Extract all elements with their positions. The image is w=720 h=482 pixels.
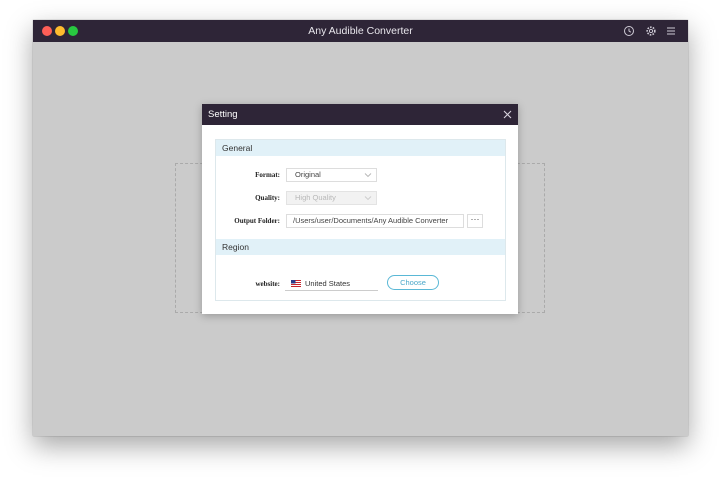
dialog-title: Setting	[208, 109, 238, 120]
gear-icon[interactable]	[644, 24, 658, 38]
title-bar: Any Audible Converter	[33, 20, 688, 42]
close-icon[interactable]	[502, 109, 513, 120]
quality-label: Quality:	[255, 194, 280, 202]
dialog-header: Setting	[202, 104, 518, 125]
settings-panel: General Format: Original Quality: High Q…	[215, 139, 506, 301]
quality-select[interactable]: High Quality	[286, 191, 377, 205]
website-label: website:	[255, 280, 281, 288]
country-name: United States	[305, 279, 351, 288]
quality-value: High Quality	[295, 193, 336, 202]
chevron-down-icon	[364, 173, 372, 178]
us-flag-icon	[291, 280, 301, 287]
chevron-down-icon	[364, 196, 372, 201]
browse-folder-button[interactable]: ···	[467, 214, 483, 228]
country-field[interactable]: United States	[285, 277, 378, 291]
format-value: Original	[295, 170, 321, 179]
choose-button[interactable]: Choose	[387, 275, 439, 290]
history-icon[interactable]	[622, 24, 636, 38]
menu-icon[interactable]	[664, 24, 678, 38]
section-general-heading: General	[216, 140, 505, 156]
format-label: Format:	[255, 171, 280, 179]
settings-dialog: Setting General Format: Original Quality…	[202, 104, 518, 314]
format-select[interactable]: Original	[286, 168, 377, 182]
output-folder-label: Output Folder:	[234, 217, 280, 225]
output-folder-field[interactable]: /Users/user/Documents/Any Audible Conver…	[286, 214, 464, 228]
section-region-heading: Region	[216, 239, 505, 255]
app-title: Any Audible Converter	[308, 25, 413, 37]
